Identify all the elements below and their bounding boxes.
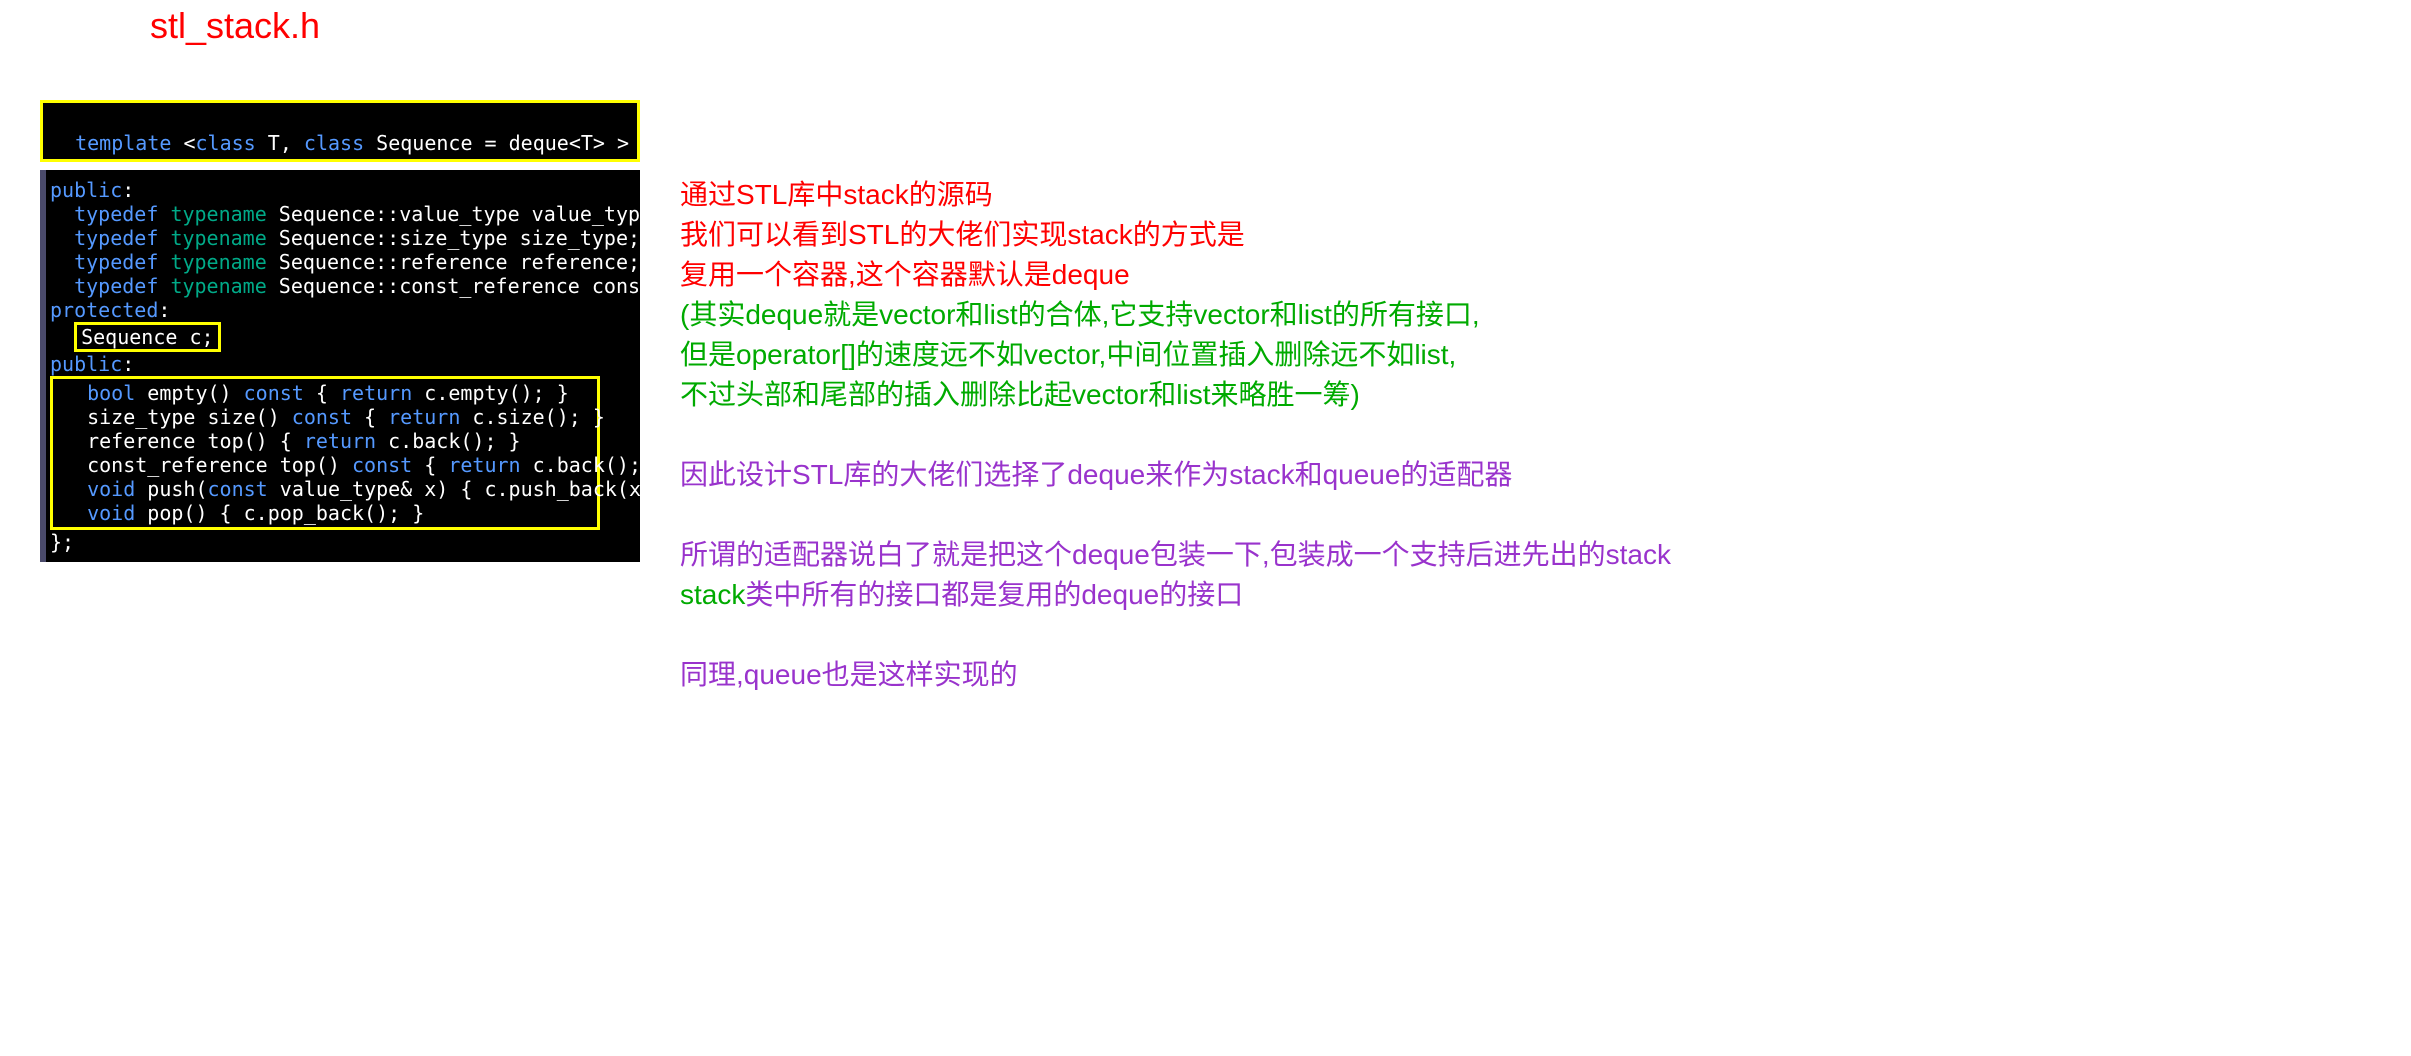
explain-line: (其实deque就是vector和list的合体,它支持vector和list的… [680, 295, 1671, 335]
kw-typedef: typedef [74, 226, 158, 250]
explain-line: 不过头部和尾部的插入删除比起vector和list来略胜一筹) [680, 375, 1671, 415]
explain-line: 复用一个容器,这个容器默认是deque [680, 255, 1671, 295]
explain-line: 因此设计STL库的大佬们选择了deque来作为stack和queue的适配器 [680, 455, 1671, 495]
kw-return: return [388, 405, 460, 429]
spacer [680, 495, 1671, 535]
typedef-reference: Sequence::reference reference; [267, 250, 640, 274]
end-brace: }; [50, 530, 74, 554]
kw-typedef: typedef [74, 250, 158, 274]
kw-typename: typename [170, 226, 266, 250]
code-template-declaration: template <class T, class Sequence = dequ… [40, 100, 640, 162]
fn-top-const-body: c.back(); } [521, 453, 666, 477]
brace: { [304, 381, 340, 405]
kw-const: const [292, 405, 352, 429]
kw-protected: protected [50, 298, 158, 322]
fn-push-name: push( [135, 477, 207, 501]
explanation-text: 通过STL库中stack的源码 我们可以看到STL的大佬们实现stack的方式是… [680, 175, 1671, 695]
kw-void: void [87, 477, 135, 501]
kw-class: class [304, 131, 364, 155]
kw-typedef: typedef [74, 202, 158, 226]
explain-line: 通过STL库中stack的源码 [680, 175, 1671, 215]
highlighted-methods: bool empty() const { return c.empty(); }… [50, 376, 600, 530]
explain-line: 我们可以看到STL的大佬们实现stack的方式是 [680, 215, 1671, 255]
kw-public: public [50, 352, 122, 376]
typedef-value-type: Sequence::value_type value_type; [267, 202, 664, 226]
fn-top-const-sig: const_reference top() [63, 453, 352, 477]
bracket: < [171, 131, 195, 155]
spacer [680, 615, 1671, 655]
colon: : [158, 298, 170, 322]
kw-const: const [352, 453, 412, 477]
fn-size-body: c.size(); } [460, 405, 605, 429]
kw-const: const [244, 381, 304, 405]
member-sequence-c: Sequence c; [81, 325, 213, 349]
kw-bool: bool [87, 381, 135, 405]
highlighted-member: Sequence c; [74, 322, 220, 352]
param-seq: Sequence = deque<T> > [364, 131, 629, 155]
kw-return: return [448, 453, 520, 477]
fn-top-sig: reference top() { [63, 429, 304, 453]
kw-const: const [208, 477, 268, 501]
fn-empty-sig: empty() [135, 381, 243, 405]
fn-empty-body: c.empty(); } [412, 381, 569, 405]
file-title: stl_stack.h [150, 5, 320, 47]
fn-pop: pop() { c.pop_back(); } [135, 501, 424, 525]
explain-line: 同理,queue也是这样实现的 [680, 655, 1671, 695]
fn-top-body: c.back(); } [376, 429, 521, 453]
param-t: T, [256, 131, 304, 155]
kw-typename: typename [170, 274, 266, 298]
kw-public: public [50, 178, 122, 202]
brace: { [352, 405, 388, 429]
colon: : [122, 352, 134, 376]
gutter-bar [40, 170, 46, 562]
kw-return: return [340, 381, 412, 405]
kw-typename: typename [170, 250, 266, 274]
fn-size-sig: size_type size() [63, 405, 292, 429]
explain-line: stack类中所有的接口都是复用的deque的接口 [680, 575, 1671, 615]
code-class-body: public: typedef typename Sequence::value… [40, 170, 640, 562]
inline-purple: 类中所有的接口都是复用的deque的接口 [745, 579, 1243, 610]
kw-void: void [87, 501, 135, 525]
typedef-size-type: Sequence::size_type size_type; [267, 226, 640, 250]
inline-green: stack [680, 579, 745, 610]
fn-push-body: value_type& x) { c.push_back(x); } [268, 477, 689, 501]
kw-template: template [75, 131, 171, 155]
kw-typename: typename [170, 202, 266, 226]
kw-return: return [304, 429, 376, 453]
kw-typedef: typedef [74, 274, 158, 298]
spacer [680, 415, 1671, 455]
explain-line: 所谓的适配器说白了就是把这个deque包装一下,包装成一个支持后进先出的stac… [680, 535, 1671, 575]
explain-line: 但是operator[]的速度远不如vector,中间位置插入删除远不如list… [680, 335, 1671, 375]
kw-class: class [196, 131, 256, 155]
brace: { [412, 453, 448, 477]
colon: : [122, 178, 134, 202]
